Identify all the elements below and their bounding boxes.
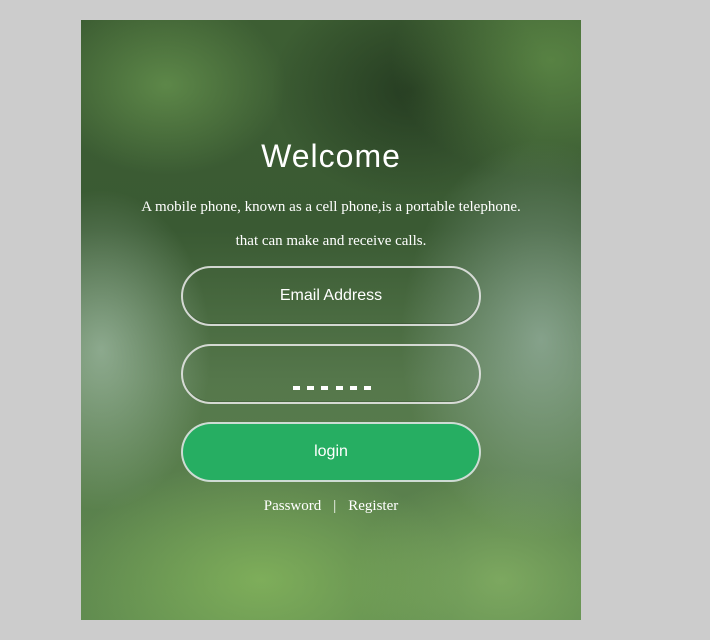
password-field[interactable] <box>181 344 481 404</box>
password-mask <box>293 386 371 390</box>
login-button[interactable]: login <box>181 422 481 482</box>
description-line-1: A mobile phone, known as a cell phone,is… <box>141 199 521 215</box>
register-link[interactable]: Register <box>348 498 398 514</box>
password-link[interactable]: Password <box>264 498 322 514</box>
link-separator: | <box>333 498 337 514</box>
welcome-title: Welcome <box>261 138 401 174</box>
login-card: Welcome A mobile phone, known as a cell … <box>81 20 581 620</box>
footer-links: Password | Register <box>81 498 581 515</box>
email-field[interactable] <box>181 266 481 326</box>
description-line-2: that can make and receive calls. <box>235 233 427 249</box>
